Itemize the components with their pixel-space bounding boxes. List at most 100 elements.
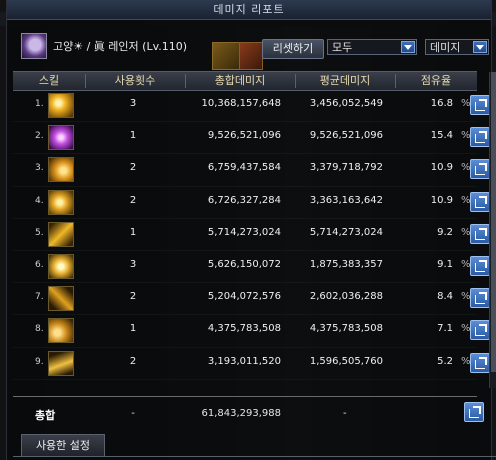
skill-gold-spin-icon[interactable] <box>48 189 74 215</box>
share-icon[interactable] <box>470 159 490 180</box>
table-row: 2. 1 9,526,521,096 9,526,521,096 15.4 % <box>13 122 490 155</box>
row-avg-damage: 9,526,521,096 <box>309 130 383 142</box>
skill-gold-dash-icon[interactable] <box>48 350 74 376</box>
column-share[interactable]: 점유율 <box>395 72 477 90</box>
row-use-count: 1 <box>129 130 137 142</box>
row-total-damage: 10,368,157,648 <box>201 98 281 109</box>
row-use-count: 2 <box>129 194 137 206</box>
row-avg-damage: 1,596,505,760 <box>309 355 383 367</box>
report-header: 고양☀ / 眞 레인저 (Lv.110) 리셋하기 모두 데미지 <box>7 20 491 70</box>
totals-count: - <box>131 408 135 419</box>
row-rank: 4. <box>35 195 44 206</box>
share-icon[interactable] <box>470 352 490 373</box>
row-avg-damage: 5,714,273,024 <box>309 226 383 238</box>
reset-button[interactable]: 리셋하기 <box>262 39 324 59</box>
skill-gold-shot-icon[interactable] <box>48 221 74 247</box>
row-rank: 6. <box>35 259 44 270</box>
row-total-damage: 5,626,150,072 <box>207 258 281 270</box>
window-title[interactable]: 데미지 리포트 <box>7 0 491 20</box>
type-dropdown[interactable]: 데미지 <box>425 39 489 55</box>
scrollbar-thumb[interactable] <box>491 72 496 372</box>
row-share: 16.8 <box>430 98 453 109</box>
row-share: 9.2 <box>437 226 453 238</box>
totals-avg: - <box>343 408 347 419</box>
table-row: 8. 1 4,375,783,508 4,375,783,508 7.1 % <box>13 315 490 348</box>
share-icon[interactable] <box>464 402 484 422</box>
table-row: 9. 2 3,193,011,520 1,596,505,760 5.2 % <box>13 348 490 380</box>
row-rank: 3. <box>35 163 44 174</box>
share-icon[interactable] <box>470 255 490 276</box>
character-avatar <box>21 33 47 59</box>
share-icon[interactable] <box>470 320 490 341</box>
row-avg-damage: 4,375,783,508 <box>309 323 383 335</box>
row-total-damage: 6,726,327,284 <box>207 194 281 206</box>
row-use-count: 2 <box>129 162 137 174</box>
type-dropdown-value: 데미지 <box>430 41 461 54</box>
column-count[interactable]: 사용횟수 <box>85 72 185 90</box>
chevron-down-icon[interactable] <box>401 41 415 53</box>
row-share: 15.4 <box>430 130 453 142</box>
skill-table-body: 1. 3 10,368,157,648 3,456,052,549 16.8 %… <box>13 90 490 380</box>
share-icon[interactable] <box>470 191 490 212</box>
share-icon[interactable] <box>470 95 490 115</box>
scope-dropdown[interactable]: 모두 <box>327 39 417 55</box>
row-total-damage: 9,526,521,096 <box>207 130 281 142</box>
damage-report-window: 데미지 리포트 고양☀ / 眞 레인저 (Lv.110) 리셋하기 모두 데미지… <box>6 0 496 460</box>
column-total[interactable]: 총합데미지 <box>185 72 295 90</box>
row-use-count: 1 <box>129 226 137 238</box>
divider <box>13 456 496 457</box>
table-scrollbar[interactable] <box>489 72 496 388</box>
row-total-damage: 4,375,783,508 <box>207 323 281 335</box>
row-use-count: 2 <box>129 355 137 367</box>
row-avg-damage: 3,363,163,642 <box>309 194 383 206</box>
row-share: 9.1 <box>437 258 453 270</box>
row-avg-damage: 2,602,036,288 <box>309 291 383 303</box>
column-avg[interactable]: 평균데미지 <box>295 72 395 90</box>
column-skill[interactable]: 스킬 <box>13 72 85 90</box>
share-icon[interactable] <box>470 223 490 244</box>
row-total-damage: 6,759,437,584 <box>207 162 281 174</box>
table-header: 스킬 사용횟수 총합데미지 평균데미지 점유율 <box>13 71 477 91</box>
skill-gold-star-icon[interactable] <box>48 253 74 279</box>
totals-row: 총합 - 61,843,293,988 - <box>13 396 484 429</box>
row-rank: 2. <box>35 131 44 142</box>
row-use-count: 3 <box>129 98 137 109</box>
row-rank: 8. <box>35 324 44 335</box>
table-row: 5. 1 5,714,273,024 5,714,273,024 9.2 % <box>13 219 490 251</box>
totals-label: 총합 <box>35 409 56 422</box>
row-avg-damage: 3,379,718,792 <box>309 162 383 174</box>
character-name: 고양☀ / 眞 레인저 (Lv.110) <box>53 40 188 53</box>
row-avg-damage: 1,875,383,357 <box>309 258 383 270</box>
row-rank: 5. <box>35 227 44 238</box>
row-use-count: 2 <box>129 291 137 303</box>
buff-icon <box>239 42 263 70</box>
scope-dropdown-value: 모두 <box>332 41 353 54</box>
skill-gold-swirl-icon[interactable] <box>48 157 74 183</box>
row-rank: 9. <box>35 356 44 367</box>
row-share: 8.4 <box>437 291 453 303</box>
row-rank: 7. <box>35 292 44 303</box>
share-icon[interactable] <box>470 288 490 309</box>
tab-used-settings[interactable]: 사용한 설정 <box>21 434 105 457</box>
skill-gold-burst-icon[interactable] <box>48 93 74 118</box>
row-share: 7.1 <box>437 323 453 335</box>
row-rank: 1. <box>35 99 44 109</box>
share-icon[interactable] <box>470 127 490 148</box>
row-share: 10.9 <box>430 162 453 174</box>
skill-gold-wave-icon[interactable] <box>48 318 74 344</box>
skill-gold-slash-icon[interactable] <box>48 286 74 312</box>
row-use-count: 1 <box>129 323 137 335</box>
chevron-down-icon[interactable] <box>473 41 487 53</box>
row-total-damage: 5,714,273,024 <box>207 226 281 238</box>
table-row: 1. 3 10,368,157,648 3,456,052,549 16.8 % <box>13 90 490 123</box>
row-use-count: 3 <box>129 258 137 270</box>
skin-icon <box>212 42 240 70</box>
totals-damage: 61,843,293,988 <box>201 408 281 419</box>
table-row: 3. 2 6,759,437,584 3,379,718,792 10.9 % <box>13 154 490 187</box>
row-share: 5.2 <box>437 355 453 367</box>
row-avg-damage: 3,456,052,549 <box>309 98 383 109</box>
row-share: 10.9 <box>430 194 453 206</box>
skill-purple-cross-icon[interactable] <box>48 125 74 151</box>
table-row: 4. 2 6,726,327,284 3,363,163,642 10.9 % <box>13 187 490 219</box>
row-total-damage: 3,193,011,520 <box>207 355 281 367</box>
